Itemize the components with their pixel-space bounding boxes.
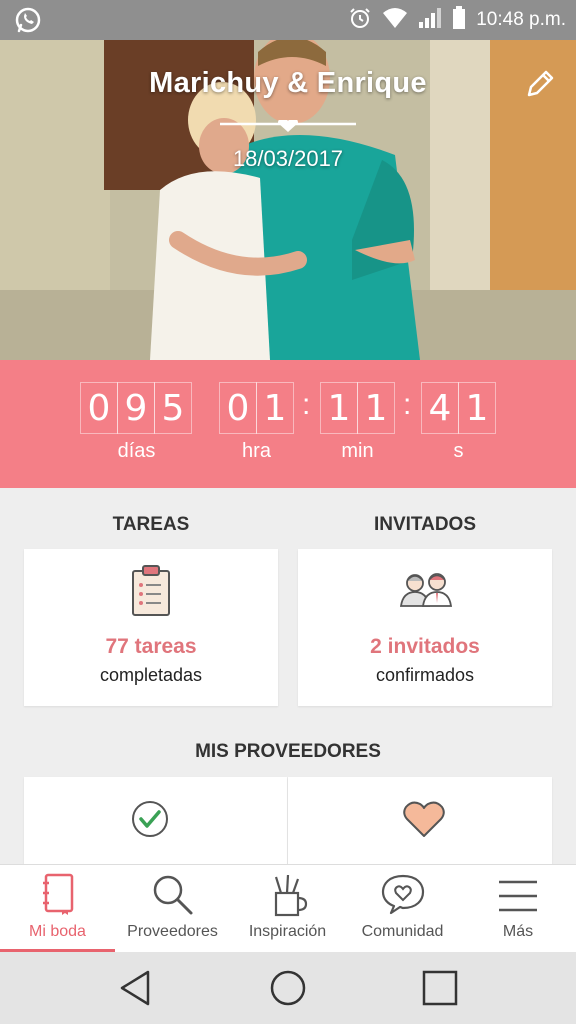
battery-icon <box>452 5 466 35</box>
whatsapp-icon <box>14 6 42 39</box>
providers-title: MIS PROVEEDORES <box>195 741 381 762</box>
status-bar: 10:48 p.m. <box>0 0 576 40</box>
nav-item-inspiracion[interactable]: Inspiración <box>230 865 345 953</box>
menu-icon <box>499 880 537 912</box>
nav-item-comunidad[interactable]: Comunidad <box>345 865 460 953</box>
countdown-label-hours: hra <box>242 440 271 462</box>
search-icon <box>153 875 192 915</box>
countdown-separator: : <box>302 388 311 421</box>
recents-button[interactable] <box>420 968 460 1008</box>
countdown-hours: 0 1 <box>219 382 294 434</box>
alarm-icon <box>348 6 372 35</box>
heart-icon <box>403 801 445 837</box>
heart-divider <box>220 120 356 132</box>
nav-label: Inspiración <box>248 923 327 940</box>
pencil-cup-icon <box>274 874 307 917</box>
countdown-label-seconds: s <box>453 440 464 462</box>
wifi-icon <box>382 7 408 34</box>
countdown-days: 0 9 5 <box>80 382 192 434</box>
tasks-subtitle: completadas <box>99 665 203 685</box>
couple-name: Marichuy & Enrique <box>149 67 427 99</box>
countdown-label-minutes: min <box>341 440 374 462</box>
nav-item-proveedores[interactable]: Proveedores <box>115 865 230 953</box>
tasks-count: 77 tareas <box>105 635 197 658</box>
countdown-digit: 1 <box>458 382 496 434</box>
check-circle-icon <box>132 801 168 837</box>
edit-button[interactable] <box>524 68 556 100</box>
countdown: 0 9 5 0 1 : 1 1 : 4 1 días hra min s <box>0 360 576 488</box>
guests-title: INVITADOS <box>373 514 477 535</box>
providers-favorites-card[interactable] <box>288 777 552 867</box>
notebook-icon <box>42 873 73 915</box>
guests-subtitle: confirmados <box>375 665 475 685</box>
wedding-header: Marichuy & Enrique 18/03/2017 <box>0 40 576 360</box>
countdown-digit: 1 <box>320 382 358 434</box>
countdown-seconds: 4 1 <box>421 382 496 434</box>
status-time: 10:48 p.m. <box>476 9 566 30</box>
bottom-navigation: Mi boda Proveedores Inspiración Comunida… <box>0 864 576 953</box>
home-icon <box>270 970 306 1006</box>
nav-item-mas[interactable]: Más <box>460 865 576 953</box>
home-button[interactable] <box>268 968 308 1008</box>
nav-item-mi-boda[interactable]: Mi boda <box>0 865 115 953</box>
guests-card[interactable]: 2 invitados confirmados <box>298 549 552 706</box>
nav-label: Comunidad <box>361 923 444 940</box>
back-icon <box>120 970 150 1006</box>
clipboard-checklist-icon <box>132 565 170 616</box>
recents-icon <box>422 970 458 1006</box>
signal-icon <box>418 7 442 34</box>
wedding-date: 18/03/2017 <box>232 146 344 171</box>
countdown-digit: 5 <box>154 382 192 434</box>
system-navigation-bar <box>0 952 576 1024</box>
countdown-digit: 1 <box>256 382 294 434</box>
providers-hired-card[interactable] <box>24 777 287 867</box>
guests-count: 2 invitados <box>370 635 480 658</box>
countdown-minutes: 1 1 <box>320 382 395 434</box>
back-button[interactable] <box>116 968 156 1008</box>
countdown-digit: 9 <box>117 382 155 434</box>
nav-label: Proveedores <box>127 923 218 940</box>
countdown-digit: 1 <box>357 382 395 434</box>
nav-label: Mi boda <box>29 923 86 940</box>
countdown-digit: 0 <box>219 382 257 434</box>
nav-label: Más <box>502 923 534 940</box>
countdown-digit: 4 <box>421 382 459 434</box>
countdown-separator: : <box>403 388 412 421</box>
pencil-icon <box>527 70 554 97</box>
countdown-label-days: días <box>117 440 156 462</box>
chat-heart-icon <box>381 874 424 915</box>
tasks-title: TAREAS <box>112 514 190 535</box>
countdown-digit: 0 <box>80 382 118 434</box>
couple-guests-icon <box>399 573 453 607</box>
tasks-card[interactable]: 77 tareas completadas <box>24 549 278 706</box>
